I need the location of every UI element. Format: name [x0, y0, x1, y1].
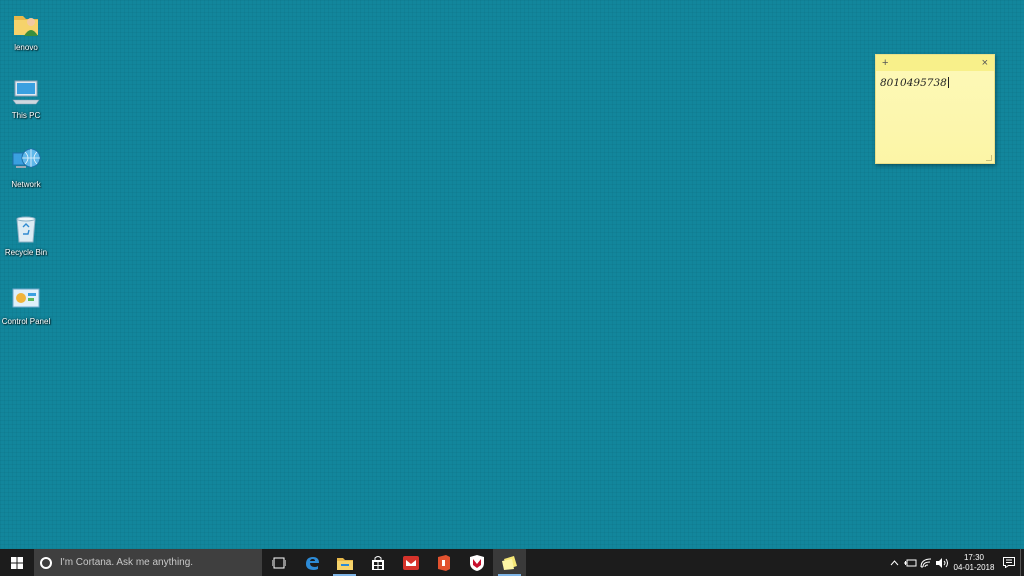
computer-icon — [12, 80, 40, 105]
clock[interactable]: 17:30 04-01-2018 — [950, 549, 998, 576]
desktop: lenovo This PC Network Recycle Bin Contr… — [0, 0, 1024, 549]
desktop-icon-label: Recycle Bin — [4, 248, 48, 257]
network-globe-icon — [12, 148, 41, 168]
battery-button[interactable] — [902, 549, 918, 576]
taskbar-app-file-explorer[interactable] — [328, 549, 361, 576]
close-note-button[interactable]: × — [982, 55, 988, 71]
cortana-icon — [40, 556, 52, 569]
taskbar-app-mail[interactable] — [394, 549, 427, 576]
clock-date: 04-01-2018 — [953, 562, 995, 572]
sticky-note-content: 8010495738 — [880, 77, 947, 89]
sticky-note-text-area[interactable]: 8010495738 — [876, 71, 994, 95]
edge-icon — [305, 556, 319, 570]
volume-button[interactable] — [934, 549, 950, 576]
taskbar-app-office[interactable] — [427, 549, 460, 576]
taskbar: I'm Cortana. Ask me anything. 17:30 04-0… — [0, 549, 1024, 576]
start-button[interactable] — [0, 549, 34, 576]
sticky-note-window[interactable]: + × 8010495738 — [875, 54, 995, 164]
add-note-button[interactable]: + — [882, 55, 888, 71]
text-caret — [947, 77, 949, 88]
desktop-icon-label: lenovo — [14, 43, 38, 52]
recycle-bin-icon — [16, 216, 36, 243]
office-icon — [437, 554, 450, 571]
clock-time: 17:30 — [963, 552, 985, 562]
mcafee-shield-icon — [469, 554, 484, 571]
task-view-icon — [271, 557, 286, 568]
cortana-search-box[interactable]: I'm Cortana. Ask me anything. — [34, 549, 262, 576]
store-bag-icon — [371, 555, 384, 570]
show-desktop-button[interactable] — [1020, 549, 1024, 576]
desktop-icon-control-panel[interactable]: Control Panel — [0, 278, 52, 340]
folder-icon — [336, 557, 353, 570]
speaker-icon — [936, 557, 948, 568]
desktop-icon-label: Network — [11, 180, 41, 189]
control-panel-icon — [12, 288, 40, 308]
taskbar-app-edge[interactable] — [295, 549, 328, 576]
resize-grip-icon[interactable] — [986, 155, 992, 161]
windows-logo-icon — [11, 556, 23, 569]
show-hidden-icons-button[interactable] — [886, 549, 902, 576]
taskbar-app-sticky-notes[interactable] — [493, 549, 526, 576]
desktop-icon-recycle-bin[interactable]: Recycle Bin — [0, 209, 52, 271]
desktop-icon-label: This PC — [11, 111, 41, 120]
wifi-icon — [920, 558, 932, 568]
action-center-button[interactable] — [998, 549, 1020, 576]
chevron-up-icon — [890, 559, 898, 565]
taskbar-app-store[interactable] — [361, 549, 394, 576]
user-folder-icon — [14, 16, 38, 36]
system-tray: 17:30 04-01-2018 — [886, 549, 1024, 576]
wifi-button[interactable] — [918, 549, 934, 576]
sticky-note-header: + × — [876, 55, 994, 71]
task-view-button[interactable] — [262, 549, 295, 576]
desktop-icon-this-pc[interactable]: This PC — [0, 72, 52, 134]
battery-charging-icon — [903, 559, 916, 566]
desktop-icon-network[interactable]: Network — [0, 141, 52, 203]
taskbar-app-mcafee[interactable] — [460, 549, 493, 576]
sticky-notes-icon — [501, 555, 517, 570]
desktop-icon-label: Control Panel — [1, 317, 51, 326]
cortana-placeholder: I'm Cortana. Ask me anything. — [60, 557, 194, 568]
mail-app-icon — [402, 555, 419, 570]
desktop-icon-lenovo[interactable]: lenovo — [0, 4, 52, 66]
notification-icon — [1003, 557, 1015, 568]
